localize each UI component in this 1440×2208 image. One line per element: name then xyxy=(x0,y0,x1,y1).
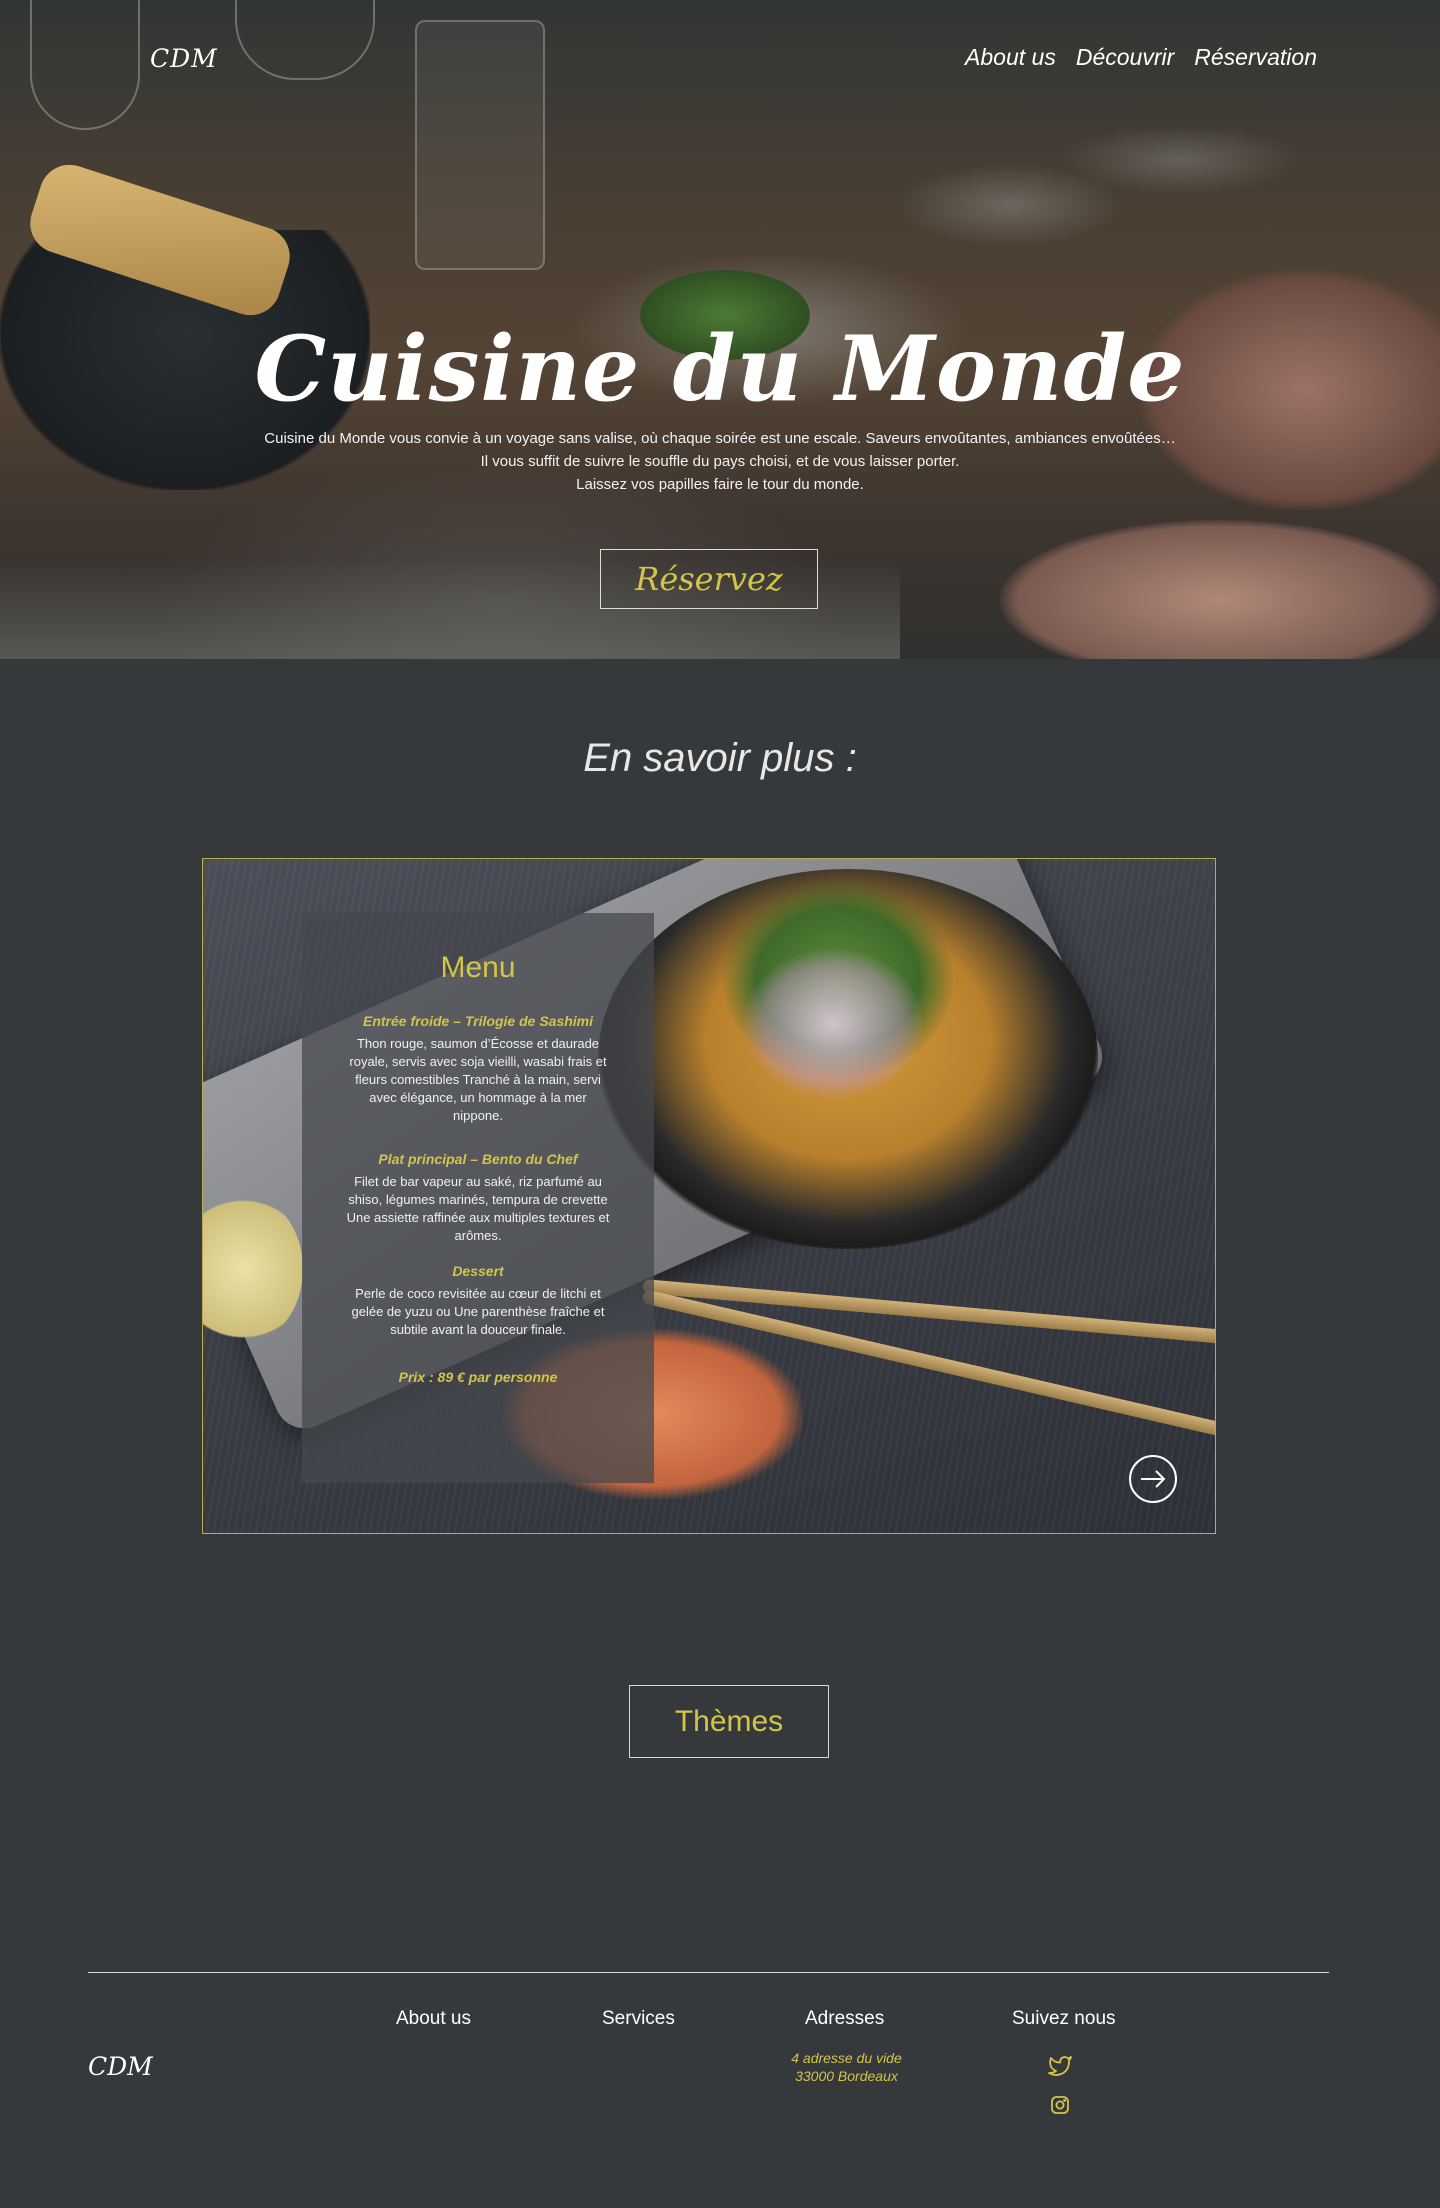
instagram-icon[interactable] xyxy=(1048,2093,1072,2117)
menu-section-dessert: Dessert Perle de coco revisitée au cœur … xyxy=(302,1263,654,1339)
menu-item-heading: Plat principal – Bento du Chef xyxy=(378,1151,578,1167)
main-nav: About us Découvrir Réservation xyxy=(965,44,1317,71)
onion-shape xyxy=(743,949,923,1099)
arrow-right-icon xyxy=(1141,1470,1166,1488)
themes-button[interactable]: Thèmes xyxy=(629,1685,829,1758)
menu-item-heading: Entrée froide – Trilogie de Sashimi xyxy=(362,1013,594,1029)
site-logo[interactable]: CDM xyxy=(150,44,218,73)
menu-item-heading: Dessert xyxy=(452,1263,504,1279)
menu-panel: Menu Entrée froide – Trilogie de Sashimi… xyxy=(302,913,654,1483)
address-line: 4 adresse du vide xyxy=(791,2050,902,2066)
menu-section-entree: Entrée froide – Trilogie de Sashimi Thon… xyxy=(302,1013,654,1125)
reserve-button[interactable]: Réservez xyxy=(600,549,818,609)
footer-link-about-us[interactable]: About us xyxy=(396,2008,471,2030)
nav-reservation[interactable]: Réservation xyxy=(1194,44,1317,71)
footer-logo[interactable]: CDM xyxy=(88,2052,153,2081)
footer-address: 4 adresse du vide 33000 Bordeaux xyxy=(740,2049,953,2085)
menu-card: Menu Entrée froide – Trilogie de Sashimi… xyxy=(202,858,1216,1534)
menu-item-description: Perle de coco revisitée au cœur de litch… xyxy=(351,1286,605,1337)
wine-glass-shape xyxy=(30,0,140,130)
hand-shape xyxy=(1000,520,1440,659)
footer-divider xyxy=(88,1972,1329,1973)
hero-text-line: Laissez vos papilles faire le tour du mo… xyxy=(576,476,864,493)
wine-glass-shape xyxy=(235,0,375,80)
water-glass-shape xyxy=(415,20,545,270)
menu-price: Prix : 89 € par personne xyxy=(398,1369,558,1385)
menu-item-description: Filet de bar vapeur au saké, riz parfumé… xyxy=(346,1174,610,1243)
section-title: En savoir plus : xyxy=(583,736,857,780)
arrow-right-circle-icon[interactable] xyxy=(1129,1455,1177,1503)
hero-text-line: Cuisine du Monde vous convie à un voyage… xyxy=(264,430,1176,447)
hero-title: Cuisine du Monde xyxy=(254,316,1186,422)
hero-description: Cuisine du Monde vous convie à un voyage… xyxy=(0,427,1440,496)
menu-title: Menu xyxy=(440,951,516,984)
menu-item-description: Thon rouge, saumon d’Écosse et daurade r… xyxy=(349,1036,607,1123)
twitter-icon[interactable] xyxy=(1048,2054,1072,2078)
menu-section-plat: Plat principal – Bento du Chef Filet de … xyxy=(302,1151,654,1245)
nav-about-us[interactable]: About us xyxy=(965,44,1056,71)
footer-link-adresses[interactable]: Adresses xyxy=(805,2008,884,2030)
nav-decouvrir[interactable]: Découvrir xyxy=(1076,44,1174,71)
footer-link-suivez-nous[interactable]: Suivez nous xyxy=(1012,2008,1116,2030)
address-line: 33000 Bordeaux xyxy=(795,2068,898,2084)
hero-section: CDM About us Découvrir Réservation Cuisi… xyxy=(0,0,1440,659)
hero-text-line: Il vous suffit de suivre le souffle du p… xyxy=(480,453,960,470)
footer-link-services[interactable]: Services xyxy=(602,2008,675,2030)
